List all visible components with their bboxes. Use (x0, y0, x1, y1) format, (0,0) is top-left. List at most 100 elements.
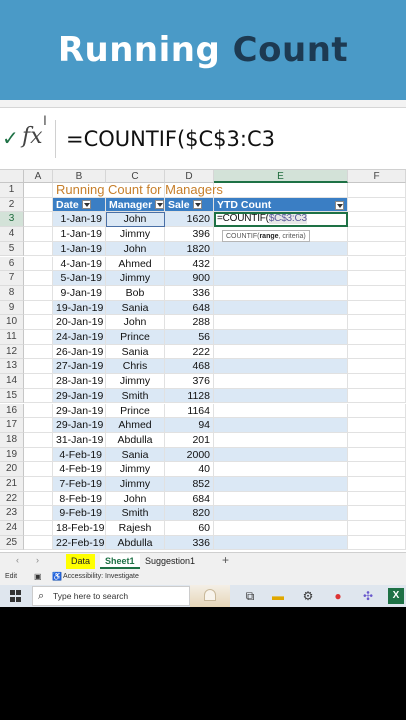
manager-cell[interactable]: Chris (106, 359, 165, 375)
active-cell-e3[interactable]: =COUNTIF($C$3:C3 (214, 212, 348, 228)
cell[interactable] (24, 285, 53, 301)
formula-input[interactable]: =COUNTIF($C$3:C3 (66, 127, 275, 151)
sale-cell[interactable]: 376 (165, 374, 214, 389)
search-highlight-image[interactable] (190, 585, 230, 607)
cell[interactable] (348, 403, 406, 419)
cell[interactable] (348, 359, 406, 375)
manager-cell[interactable]: Prince (106, 330, 165, 345)
ytd-count-cell[interactable] (214, 477, 348, 492)
date-cell[interactable]: 20-Jan-19 (53, 315, 106, 330)
sale-cell[interactable]: 1620 (165, 212, 214, 228)
cell[interactable] (348, 462, 406, 477)
row-number[interactable]: 24 (0, 521, 24, 536)
manager-cell[interactable]: Bob (106, 285, 165, 301)
row-number[interactable]: 5 (0, 241, 24, 257)
table-header-cell[interactable]: Sale (165, 197, 214, 213)
row-number[interactable]: 2 (0, 197, 24, 213)
manager-cell[interactable]: John (106, 241, 165, 257)
date-cell[interactable]: 1-Jan-19 (53, 212, 106, 228)
row-number[interactable]: 23 (0, 506, 24, 522)
ytd-count-cell[interactable] (214, 535, 348, 551)
row-number[interactable]: 6 (0, 256, 24, 272)
ytd-count-cell[interactable] (214, 330, 348, 345)
ytd-count-cell[interactable] (214, 374, 348, 389)
table-header-cell[interactable]: Date (53, 197, 106, 213)
sale-cell[interactable]: 222 (165, 344, 214, 360)
cell[interactable] (348, 315, 406, 330)
cell[interactable] (24, 271, 53, 286)
row-number[interactable]: 17 (0, 418, 24, 433)
manager-cell[interactable]: Rajesh (106, 521, 165, 536)
cell[interactable] (348, 447, 406, 463)
filter-dropdown-icon[interactable] (81, 200, 91, 210)
cell[interactable] (24, 447, 53, 463)
ytd-count-cell[interactable] (214, 432, 348, 448)
column-header-a[interactable]: A (24, 170, 53, 183)
cell[interactable] (348, 477, 406, 492)
file-explorer-icon[interactable]: ▬ (270, 588, 286, 604)
cell[interactable] (24, 521, 53, 536)
sale-cell[interactable]: 432 (165, 256, 214, 272)
cell[interactable] (348, 418, 406, 433)
cell[interactable] (348, 285, 406, 301)
cell[interactable] (24, 256, 53, 272)
cell[interactable] (348, 388, 406, 404)
ytd-count-cell[interactable] (214, 344, 348, 360)
date-cell[interactable]: 8-Feb-19 (53, 491, 106, 507)
date-cell[interactable]: 29-Jan-19 (53, 418, 106, 433)
manager-cell[interactable]: Jimmy (106, 271, 165, 286)
ytd-count-cell[interactable] (214, 241, 348, 257)
sale-cell[interactable]: 2000 (165, 447, 214, 463)
row-number[interactable]: 21 (0, 477, 24, 492)
ytd-count-cell[interactable] (214, 256, 348, 272)
ytd-count-cell[interactable] (214, 300, 348, 316)
sale-cell[interactable]: 56 (165, 330, 214, 345)
column-header-f[interactable]: F (348, 170, 406, 183)
sale-cell[interactable]: 468 (165, 359, 214, 375)
sale-cell[interactable]: 648 (165, 300, 214, 316)
cell[interactable] (348, 271, 406, 286)
manager-cell[interactable]: Smith (106, 388, 165, 404)
cell[interactable] (24, 432, 53, 448)
date-cell[interactable]: 27-Jan-19 (53, 359, 106, 375)
cell[interactable] (348, 521, 406, 536)
next-sheet-icon[interactable]: › (36, 555, 39, 565)
cell[interactable] (348, 197, 406, 213)
row-number[interactable]: 9 (0, 300, 24, 316)
sale-cell[interactable]: 201 (165, 432, 214, 448)
windows-start-icon[interactable] (10, 590, 22, 602)
date-cell[interactable]: 18-Feb-19 (53, 521, 106, 536)
ytd-count-cell[interactable] (214, 388, 348, 404)
manager-cell[interactable]: Abdulla (106, 432, 165, 448)
row-number[interactable]: 11 (0, 330, 24, 345)
date-cell[interactable]: 29-Jan-19 (53, 388, 106, 404)
tab-suggestion1[interactable]: Suggestion1 (140, 554, 200, 569)
filter-dropdown-icon[interactable] (192, 200, 202, 210)
row-number[interactable]: 7 (0, 271, 24, 286)
row-number[interactable]: 14 (0, 374, 24, 389)
task-view-icon[interactable]: ⧉ (242, 588, 258, 604)
sale-cell[interactable]: 336 (165, 285, 214, 301)
ytd-count-cell[interactable] (214, 403, 348, 419)
excel-icon[interactable]: X (388, 588, 404, 604)
ytd-count-cell[interactable] (214, 418, 348, 433)
cell[interactable] (348, 374, 406, 389)
manager-cell[interactable]: John (106, 315, 165, 330)
row-number[interactable]: 4 (0, 227, 24, 242)
sale-cell[interactable]: 60 (165, 521, 214, 536)
app-icon[interactable]: ✣ (360, 588, 376, 604)
cell[interactable] (24, 506, 53, 522)
sale-cell[interactable]: 396 (165, 227, 214, 242)
cell[interactable] (24, 344, 53, 360)
date-cell[interactable]: 24-Jan-19 (53, 330, 106, 345)
ytd-count-cell[interactable] (214, 271, 348, 286)
sale-cell[interactable]: 852 (165, 477, 214, 492)
cell[interactable] (24, 388, 53, 404)
table-header-cell[interactable]: YTD Count (214, 197, 348, 213)
table-header-cell[interactable]: Manager (106, 197, 165, 213)
spreadsheet-grid[interactable]: A B C D E F 1 Running Count for Managers 2 Date Ma… (0, 170, 406, 552)
row-number[interactable]: 19 (0, 447, 24, 463)
tab-sheet1[interactable]: Sheet1 (100, 554, 140, 569)
sale-cell[interactable]: 336 (165, 535, 214, 551)
cell[interactable] (348, 183, 406, 198)
